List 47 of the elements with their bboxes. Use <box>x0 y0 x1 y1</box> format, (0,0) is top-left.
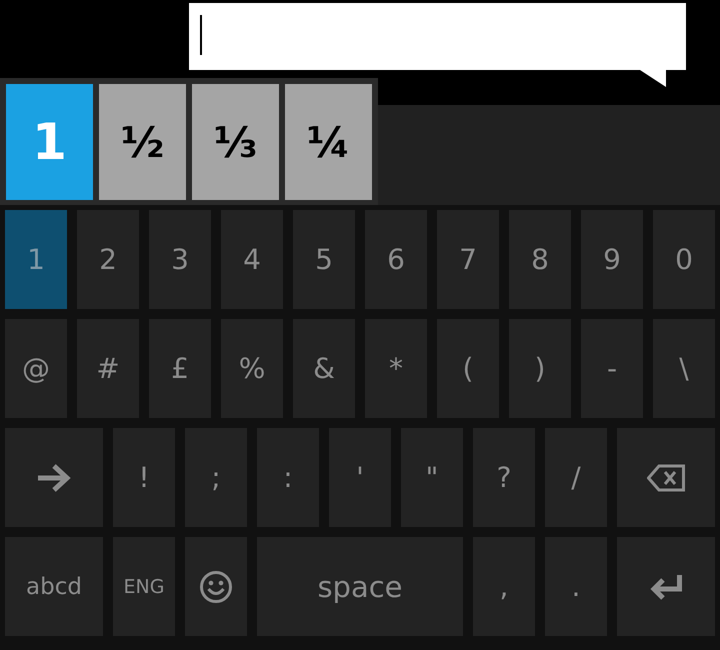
key[interactable]: ; <box>185 428 247 527</box>
suggestion-option[interactable]: 1 <box>6 84 93 200</box>
text-cursor-icon <box>200 15 202 55</box>
backspace-key[interactable] <box>617 428 715 527</box>
key[interactable]: & <box>293 319 355 418</box>
key[interactable]: * <box>365 319 427 418</box>
key[interactable]: 5 <box>293 210 355 309</box>
key[interactable]: 1 <box>5 210 67 309</box>
key[interactable]: 8 <box>509 210 571 309</box>
key[interactable]: : <box>257 428 319 527</box>
key[interactable]: ' <box>329 428 391 527</box>
enter-icon <box>650 574 682 600</box>
emoji-key[interactable] <box>185 537 247 636</box>
key[interactable]: , <box>473 537 535 636</box>
key[interactable]: ! <box>113 428 175 527</box>
key[interactable]: @ <box>5 319 67 418</box>
arrow-key[interactable] <box>5 428 103 527</box>
key[interactable]: - <box>581 319 643 418</box>
key[interactable]: " <box>401 428 463 527</box>
key[interactable]: ? <box>473 428 535 527</box>
space-key[interactable]: space <box>257 537 463 636</box>
suggestion-option[interactable]: ¼ <box>285 84 372 200</box>
key[interactable]: # <box>77 319 139 418</box>
suggestion-option[interactable]: ⅓ <box>192 84 279 200</box>
smiley-icon <box>200 570 232 602</box>
key[interactable]: 2 <box>77 210 139 309</box>
mode-key[interactable]: abcd <box>5 537 103 636</box>
key[interactable]: / <box>545 428 607 527</box>
arrow-right-icon <box>36 462 72 492</box>
key[interactable]: 6 <box>365 210 427 309</box>
callout-tail-icon <box>640 70 666 87</box>
key[interactable]: 3 <box>149 210 211 309</box>
key[interactable]: 7 <box>437 210 499 309</box>
key[interactable]: ( <box>437 319 499 418</box>
key[interactable]: ) <box>509 319 571 418</box>
key[interactable]: 4 <box>221 210 283 309</box>
key[interactable]: % <box>221 319 283 418</box>
key[interactable]: £ <box>149 319 211 418</box>
key[interactable]: 9 <box>581 210 643 309</box>
suggestion-option[interactable]: ½ <box>99 84 186 200</box>
key[interactable]: 0 <box>653 210 715 309</box>
backspace-icon <box>647 464 685 492</box>
key[interactable]: . <box>545 537 607 636</box>
text-field[interactable] <box>189 3 686 70</box>
enter-key[interactable] <box>617 537 715 636</box>
language-key[interactable]: ENG <box>113 537 175 636</box>
key[interactable]: \ <box>653 319 715 418</box>
